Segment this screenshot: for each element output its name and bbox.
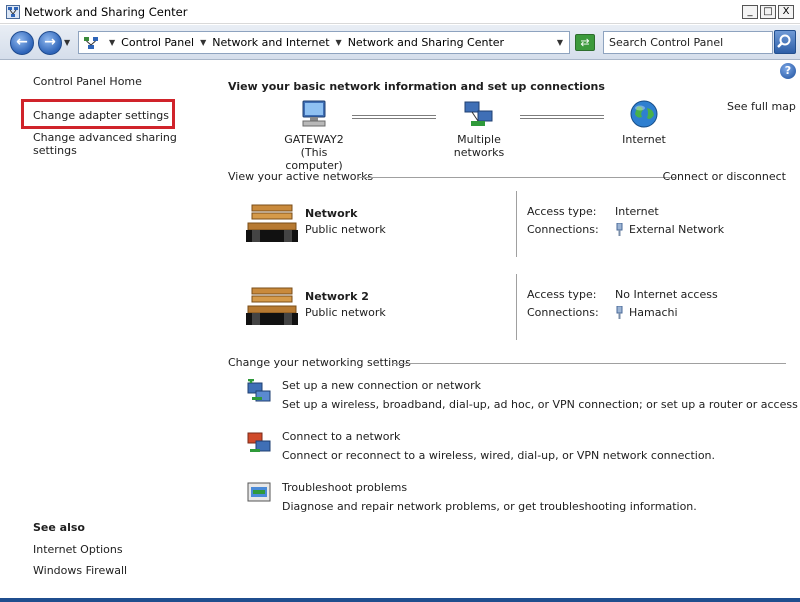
chevron-right-icon[interactable]: ▼ <box>200 38 206 47</box>
computer-subtitle: (This computer) <box>285 146 343 172</box>
crumb-control-panel[interactable]: Control Panel <box>121 36 194 49</box>
connection-name: Hamachi <box>629 306 678 319</box>
connect-to-network-link[interactable]: Connect to a network <box>282 430 400 443</box>
internet-label: Internet <box>622 133 666 146</box>
divider <box>516 274 517 340</box>
forward-button[interactable]: → <box>38 31 62 55</box>
map-internet[interactable]: Internet <box>612 99 676 146</box>
computer-icon <box>302 100 326 127</box>
address-bar: ← → ▼ ▼ Control Panel ▼ Network and Inte… <box>0 25 800 60</box>
connect-or-disconnect-link[interactable]: Connect or disconnect <box>663 170 786 183</box>
globe-icon <box>630 100 658 128</box>
see-full-map-link[interactable]: See full map <box>727 100 796 113</box>
network-entry: Network Public network Access type: Inte… <box>246 191 766 269</box>
chevron-right-icon: ▼ <box>109 38 116 47</box>
chevron-right-icon[interactable]: ▼ <box>336 38 342 47</box>
search-button[interactable] <box>774 30 796 54</box>
map-connector <box>352 115 436 119</box>
new-connection-icon <box>247 379 271 402</box>
connection-link[interactable]: External Network <box>615 223 724 236</box>
change-settings-header: Change your networking settings <box>228 356 786 370</box>
troubleshoot-link[interactable]: Troubleshoot problems <box>282 481 407 494</box>
main-content: ? View your basic network information an… <box>212 61 800 602</box>
control-panel-home-link[interactable]: Control Panel Home <box>33 75 142 88</box>
multiple-networks-label: Multiple networks <box>453 133 505 159</box>
search-icon <box>777 34 791 48</box>
task-description: Diagnose and repair network problems, or… <box>282 500 697 513</box>
network-center-icon <box>6 5 20 19</box>
window-frame <box>0 598 800 602</box>
active-networks-header: View your active networks Connect or dis… <box>228 170 786 184</box>
breadcrumb[interactable]: ▼ Control Panel ▼ Network and Internet ▼… <box>78 31 570 54</box>
troubleshoot-icon <box>247 482 271 502</box>
divider <box>358 177 676 178</box>
windows-firewall-link[interactable]: Windows Firewall <box>33 564 127 577</box>
window-controls: _ □ X <box>742 5 794 19</box>
search-input[interactable]: Search Control Panel <box>603 31 773 54</box>
network-category-link[interactable]: Public network <box>305 223 386 236</box>
see-also-heading: See also <box>33 521 85 534</box>
access-type-label: Access type: <box>527 288 597 301</box>
multiple-networks-icon <box>464 101 493 126</box>
maximize-button[interactable]: □ <box>760 5 776 19</box>
map-connector <box>520 115 604 119</box>
connect-network-icon <box>247 432 271 452</box>
close-button[interactable]: X <box>778 5 794 19</box>
network-name: Network 2 <box>305 290 369 303</box>
help-icon[interactable]: ? <box>780 63 796 79</box>
network-name: Network <box>305 207 358 220</box>
public-network-bench-icon <box>246 287 298 325</box>
active-networks-title: View your active networks <box>228 170 374 183</box>
network-icon <box>84 36 98 49</box>
setup-connection-link[interactable]: Set up a new connection or network <box>282 379 481 392</box>
access-type-value: No Internet access <box>615 288 718 301</box>
task-item: Troubleshoot problems Diagnose and repai… <box>246 479 786 515</box>
title-bar: Network and Sharing Center _ □ X <box>0 0 800 24</box>
crumb-network-and-internet[interactable]: Network and Internet <box>212 36 329 49</box>
left-task-pane: Control Panel Home Change adapter settin… <box>0 61 212 602</box>
network-adapter-icon <box>616 306 623 319</box>
change-advanced-sharing-link[interactable]: Change advanced sharing settings <box>33 131 212 157</box>
connections-label: Connections: <box>527 223 599 236</box>
map-multiple-networks[interactable]: Multiple networks <box>434 99 524 159</box>
connections-label: Connections: <box>527 306 599 319</box>
window-title: Network and Sharing Center <box>24 5 188 19</box>
divider <box>516 191 517 257</box>
task-item: Set up a new connection or network Set u… <box>246 377 800 413</box>
divider <box>392 363 786 364</box>
change-settings-title: Change your networking settings <box>228 356 411 369</box>
task-description: Set up a wireless, broadband, dial-up, a… <box>282 398 800 411</box>
minimize-button[interactable]: _ <box>742 5 758 19</box>
recent-pages-dropdown[interactable]: ▼ <box>64 38 70 47</box>
change-adapter-settings-link[interactable]: Change adapter settings <box>33 109 169 122</box>
task-description: Connect or reconnect to a wireless, wire… <box>282 449 716 462</box>
public-network-bench-icon <box>246 204 298 242</box>
access-type-value: Internet <box>615 205 659 218</box>
back-button[interactable]: ← <box>10 31 34 55</box>
network-adapter-icon <box>616 223 623 236</box>
internet-options-link[interactable]: Internet Options <box>33 543 123 556</box>
access-type-label: Access type: <box>527 205 597 218</box>
map-computer: GATEWAY2 (This computer) <box>274 99 354 172</box>
task-item: Connect to a network Connect or reconnec… <box>246 428 786 464</box>
connection-link[interactable]: Hamachi <box>615 306 678 319</box>
chevron-down-icon[interactable]: ▼ <box>557 38 563 47</box>
network-category-link[interactable]: Public network <box>305 306 386 319</box>
computer-name: GATEWAY2 <box>284 133 344 146</box>
network-entry: Network 2 Public network Access type: No… <box>246 274 766 352</box>
crumb-network-and-sharing-center[interactable]: Network and Sharing Center <box>348 36 504 49</box>
refresh-button[interactable]: ⇄ <box>575 34 595 51</box>
page-title: View your basic network information and … <box>228 80 605 93</box>
connection-name: External Network <box>629 223 725 236</box>
